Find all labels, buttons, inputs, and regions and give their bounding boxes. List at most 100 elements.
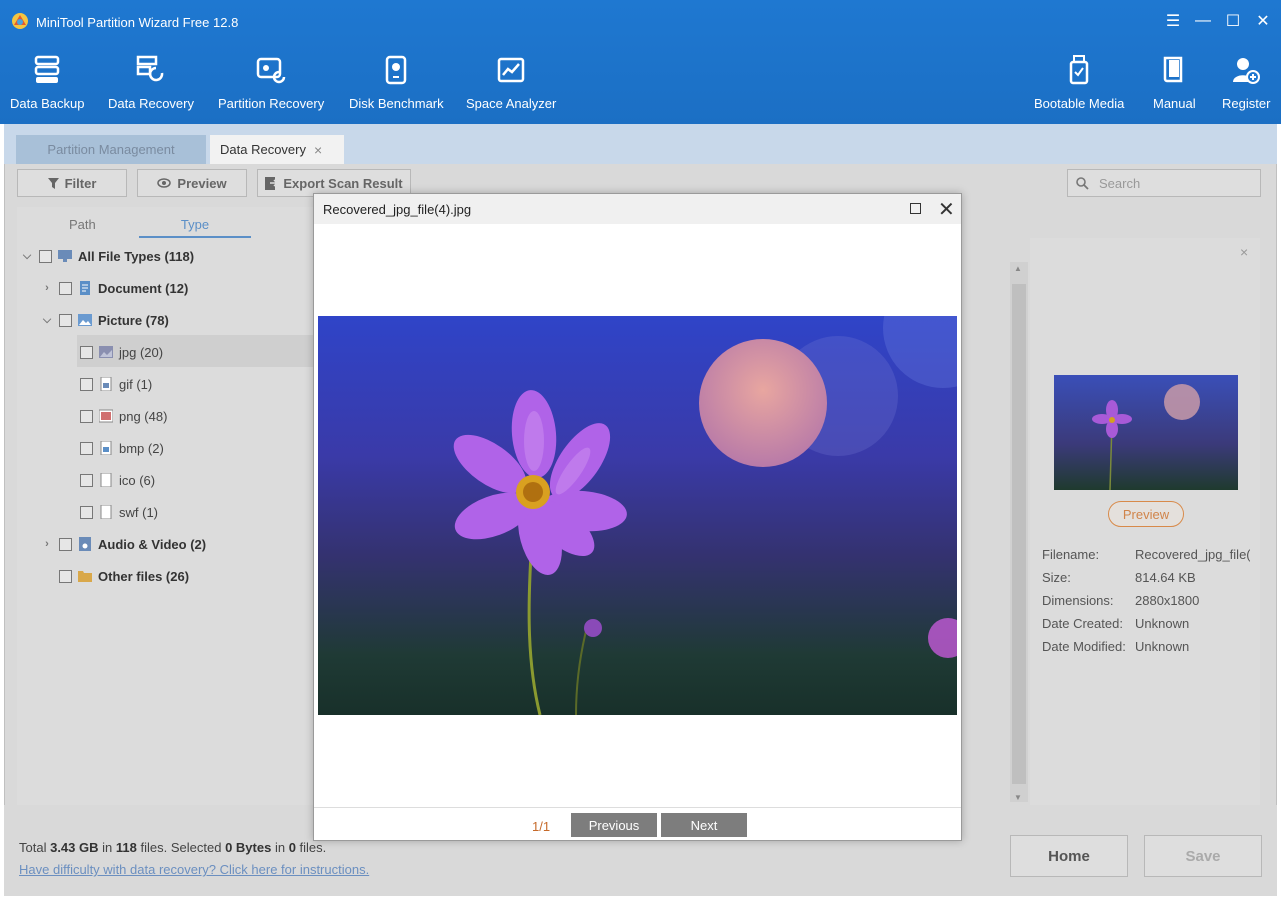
checkbox[interactable] (80, 377, 93, 391)
checkbox[interactable] (80, 345, 93, 359)
tree-item-png[interactable]: png (48) (80, 406, 167, 426)
minimize-icon[interactable]: — (1193, 10, 1213, 32)
file-type-tree-pane: Path Type ⌵ All File Types (118) › Docum… (17, 207, 313, 805)
picture-icon (78, 314, 92, 326)
chevron-down-icon[interactable]: ⌵ (41, 314, 53, 327)
preview-pane-close-icon[interactable]: × (1240, 244, 1248, 260)
toolbar-register[interactable]: Register (1222, 54, 1270, 111)
scrollbar-thumb[interactable] (1012, 284, 1026, 784)
scroll-up-icon[interactable]: ▲ (1014, 264, 1022, 273)
help-link[interactable]: Have difficulty with data recovery? Clic… (19, 862, 369, 877)
disk-benchmark-icon (386, 55, 407, 85)
toolbar-data-backup[interactable]: Data Backup (10, 54, 84, 111)
status-text: Total 3.43 GB in 118 files. Selected 0 B… (19, 840, 327, 855)
tree-item-bmp[interactable]: bmp (2) (80, 438, 164, 458)
tree-item-other-files[interactable]: Other files (26) (59, 566, 189, 586)
close-icon[interactable]: ✕ (1253, 10, 1273, 32)
toolbar-space-analyzer[interactable]: Space Analyzer (466, 54, 556, 111)
manual-icon (1164, 56, 1183, 83)
checkbox[interactable] (59, 313, 72, 327)
info-date-modified: Date Modified: Unknown (1042, 639, 1190, 654)
folder-icon (78, 571, 92, 582)
export-icon (265, 176, 278, 190)
chevron-right-icon[interactable]: › (41, 538, 53, 550)
toolbar-partition-recovery[interactable]: Partition Recovery (218, 54, 324, 111)
checkbox[interactable] (80, 441, 93, 455)
tree-item-all-file-types[interactable]: ⌵ All File Types (118) (21, 246, 194, 266)
png-file-icon (99, 409, 113, 423)
search-icon (1076, 176, 1089, 190)
title-bar: MiniTool Partition Wizard Free 12.8 ☰ — … (0, 0, 1281, 124)
tree-item-audio-video[interactable]: › Audio & Video (2) (41, 534, 206, 554)
app-title: MiniTool Partition Wizard Free 12.8 (36, 15, 239, 30)
toolbar-bootable-media[interactable]: Bootable Media (1034, 54, 1124, 111)
register-icon (1233, 58, 1261, 84)
scroll-down-icon[interactable]: ▼ (1014, 793, 1022, 802)
dialog-title-bar: Recovered_jpg_file(4).jpg ✕ (314, 194, 961, 224)
info-dimensions: Dimensions: 2880x1800 (1042, 593, 1200, 608)
gif-file-icon (100, 377, 112, 391)
page-indicator: 1/1 (532, 819, 551, 834)
tree-item-gif[interactable]: gif (1) (80, 374, 152, 394)
tab-path[interactable]: Path (69, 217, 96, 232)
previous-button[interactable]: Previous (571, 813, 657, 837)
ico-file-icon (100, 473, 112, 487)
toolbar-disk-benchmark[interactable]: Disk Benchmark (349, 54, 444, 111)
preview-thumbnail (1054, 375, 1238, 490)
audio-video-icon (79, 537, 91, 551)
checkbox[interactable] (80, 473, 93, 487)
dialog-footer: 1/1 Previous Next (314, 807, 961, 840)
checkbox[interactable] (59, 281, 72, 295)
preview-pane-preview-button[interactable]: Preview (1108, 501, 1184, 527)
checkbox[interactable] (59, 569, 72, 583)
partition-recovery-icon (256, 57, 286, 84)
next-button[interactable]: Next (661, 813, 747, 837)
swf-file-icon (100, 505, 112, 519)
data-backup-icon (34, 55, 60, 83)
home-button[interactable]: Home (1010, 835, 1128, 877)
close-icon[interactable]: ✕ (938, 197, 955, 222)
search-input[interactable]: Search (1067, 169, 1261, 197)
checkbox[interactable] (59, 537, 72, 551)
tree-item-ico[interactable]: ico (6) (80, 470, 155, 490)
window-controls: ☰ — ☐ ✕ (1163, 10, 1273, 32)
bootable-media-icon (1069, 55, 1089, 85)
document-icon (80, 281, 90, 295)
jpg-file-icon (99, 346, 113, 358)
info-filename: Filename:Recovered_jpg_file(4).jpg (1042, 547, 1250, 562)
image-preview-dialog: Recovered_jpg_file(4).jpg ✕ 1/1 Previous… (313, 193, 962, 841)
tab-data-recovery[interactable]: Data Recovery × (210, 135, 344, 164)
bmp-file-icon (100, 441, 112, 455)
menu-icon[interactable]: ☰ (1163, 10, 1183, 32)
vertical-scrollbar[interactable]: ▲ ▼ (1010, 262, 1028, 802)
tab-close-icon[interactable]: × (314, 142, 322, 158)
info-date-created: Date Created: Unknown (1042, 616, 1190, 631)
chevron-down-icon[interactable]: ⌵ (21, 250, 33, 263)
tree-item-picture[interactable]: ⌵ Picture (78) (41, 310, 169, 330)
chevron-right-icon[interactable]: › (41, 282, 53, 294)
preview-image (318, 316, 957, 715)
checkbox[interactable] (39, 249, 52, 263)
tab-partition-management[interactable]: Partition Management (16, 135, 206, 164)
filter-icon (47, 177, 59, 189)
tree-item-document[interactable]: › Document (12) (41, 278, 188, 298)
checkbox[interactable] (80, 409, 93, 423)
eye-icon (157, 178, 172, 188)
maximize-icon[interactable]: ☐ (1223, 10, 1243, 32)
info-size: Size: 814.64 KB (1042, 570, 1196, 585)
data-recovery-icon (136, 55, 164, 82)
space-analyzer-icon (497, 57, 525, 83)
toolbar-data-recovery[interactable]: Data Recovery (108, 54, 194, 111)
toolbar-manual[interactable]: Manual (1153, 54, 1196, 111)
computer-icon (58, 250, 72, 262)
tab-bar: Partition Management Data Recovery × (4, 124, 1277, 164)
app-logo-icon (12, 13, 28, 29)
filter-button[interactable]: Filter (17, 169, 127, 197)
tree-item-jpg[interactable]: jpg (20) (80, 342, 163, 362)
preview-button[interactable]: Preview (137, 169, 247, 197)
save-button[interactable]: Save (1144, 835, 1262, 877)
checkbox[interactable] (80, 505, 93, 519)
tab-type[interactable]: Type (139, 217, 251, 238)
tree-item-swf[interactable]: swf (1) (80, 502, 158, 522)
maximize-icon[interactable] (910, 203, 921, 214)
